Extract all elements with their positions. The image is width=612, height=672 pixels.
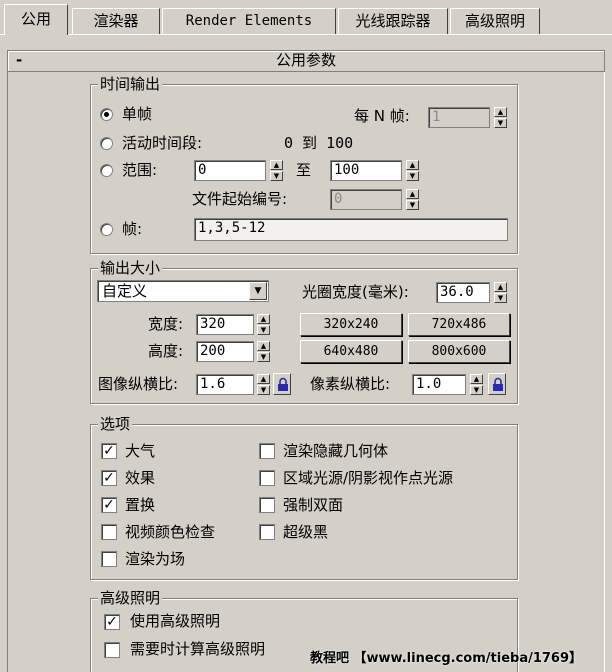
video-color-check-checkbox[interactable] xyxy=(101,524,117,540)
tab-common[interactable]: 公用 xyxy=(4,4,68,35)
width-field[interactable]: 320 xyxy=(196,314,254,335)
atmospherics-label: 大气 xyxy=(125,442,156,460)
file-number-base-label: 文件起始编号: xyxy=(192,190,288,208)
output-size-preset-value: 自定义 xyxy=(102,282,148,300)
frames-field[interactable]: 1,3,5-12 xyxy=(194,218,508,241)
preset-720x486-button[interactable]: 720x486 xyxy=(408,313,510,336)
options-legend: 选项 xyxy=(98,415,133,433)
preset-640x480-button[interactable]: 640x480 xyxy=(300,340,402,363)
atmospherics-checkbox[interactable]: ✓ xyxy=(101,443,117,459)
image-aspect-spinner[interactable]: ▲ ▼ xyxy=(257,374,270,395)
tab-renderer[interactable]: 渲染器 xyxy=(72,8,160,34)
force-2sided-checkbox[interactable] xyxy=(259,497,275,513)
lock-icon xyxy=(278,377,288,391)
preset-320x240-button[interactable]: 320x240 xyxy=(300,313,402,336)
every-n-spinner[interactable]: ▲ ▼ xyxy=(494,107,507,128)
render-hidden-checkbox[interactable] xyxy=(259,443,275,459)
active-segment-radio[interactable] xyxy=(100,137,113,150)
single-frame-radio[interactable] xyxy=(100,108,113,121)
aperture-width-field[interactable]: 36.0 xyxy=(436,282,490,303)
active-segment-range: 0 到 100 xyxy=(284,134,354,152)
render-to-fields-label: 渲染为场 xyxy=(125,550,186,568)
image-aspect-field[interactable]: 1.6 xyxy=(196,374,254,395)
output-size-legend: 输出大小 xyxy=(98,259,163,277)
aperture-width-label: 光圈宽度(毫米): xyxy=(302,283,409,301)
lock-icon xyxy=(493,377,503,391)
file-number-base-field[interactable]: 0 xyxy=(330,189,402,210)
tab-advanced-lighting[interactable]: 高级照明 xyxy=(450,8,540,34)
image-aspect-lock-button[interactable] xyxy=(273,373,291,395)
compute-advanced-lighting-label: 需要时计算高级照明 xyxy=(130,640,266,658)
displacement-checkbox[interactable]: ✓ xyxy=(101,497,117,513)
rollout-header-common-parameters[interactable]: - 公用参数 xyxy=(7,50,605,72)
area-lights-label: 区域光源/阴影视作点光源 xyxy=(283,469,454,487)
tab-render-elements[interactable]: Render Elements xyxy=(162,8,336,34)
effects-checkbox[interactable]: ✓ xyxy=(101,470,117,486)
chevron-down-icon[interactable]: ▼ xyxy=(249,282,267,300)
tab-raytracer[interactable]: 光线跟踪器 xyxy=(338,8,448,34)
super-black-label: 超级黑 xyxy=(283,523,329,541)
aperture-width-spinner[interactable]: ▲ ▼ xyxy=(494,282,507,303)
super-black-checkbox[interactable] xyxy=(259,524,275,540)
pixel-aspect-lock-button[interactable] xyxy=(488,373,506,395)
every-n-label: 每 N 帧: xyxy=(354,107,410,125)
range-start-spinner[interactable]: ▲ ▼ xyxy=(270,160,283,181)
rollout-title: 公用参数 xyxy=(275,51,336,69)
force-2sided-label: 强制双面 xyxy=(283,496,344,514)
file-number-base-spinner[interactable]: ▲ ▼ xyxy=(406,189,419,210)
range-end-field[interactable]: 100 xyxy=(330,160,402,181)
range-to-label: 至 xyxy=(296,161,312,179)
single-frame-label: 单帧 xyxy=(122,105,153,123)
every-n-field[interactable]: 1 xyxy=(428,107,490,128)
width-label: 宽度: xyxy=(148,315,184,333)
pixel-aspect-field[interactable]: 1.0 xyxy=(412,374,466,395)
active-segment-label: 活动时间段: xyxy=(122,134,203,152)
render-to-fields-checkbox[interactable] xyxy=(101,551,117,567)
watermark: 教程吧 【www.linecg.com/tieba/1769】 xyxy=(310,651,583,666)
render-hidden-label: 渲染隐藏几何体 xyxy=(283,442,389,460)
frames-radio[interactable] xyxy=(100,223,113,236)
video-color-check-label: 视频颜色检查 xyxy=(125,523,216,541)
range-radio[interactable] xyxy=(100,164,113,177)
effects-label: 效果 xyxy=(125,469,156,487)
use-advanced-lighting-label: 使用高级照明 xyxy=(130,612,221,630)
range-label: 范围: xyxy=(122,161,158,179)
image-aspect-label: 图像纵横比: xyxy=(98,375,179,393)
preset-800x600-button[interactable]: 800x600 xyxy=(408,340,510,363)
advanced-lighting-legend: 高级照明 xyxy=(98,589,163,607)
pixel-aspect-label: 像素纵横比: xyxy=(310,375,391,393)
frames-label: 帧: xyxy=(122,220,143,238)
height-label: 高度: xyxy=(148,342,184,360)
displacement-label: 置换 xyxy=(125,496,156,514)
time-output-legend: 时间输出 xyxy=(98,75,163,93)
range-start-field[interactable]: 0 xyxy=(194,160,266,181)
width-spinner[interactable]: ▲ ▼ xyxy=(257,314,270,335)
height-spinner[interactable]: ▲ ▼ xyxy=(257,341,270,362)
use-advanced-lighting-checkbox[interactable]: ✓ xyxy=(104,614,120,630)
height-field[interactable]: 200 xyxy=(196,341,254,362)
pixel-aspect-spinner[interactable]: ▲ ▼ xyxy=(470,374,483,395)
area-lights-checkbox[interactable] xyxy=(259,470,275,486)
output-size-preset-dropdown[interactable]: 自定义 ▼ xyxy=(97,280,269,302)
range-end-spinner[interactable]: ▲ ▼ xyxy=(406,160,419,181)
compute-advanced-lighting-checkbox[interactable] xyxy=(104,642,120,658)
